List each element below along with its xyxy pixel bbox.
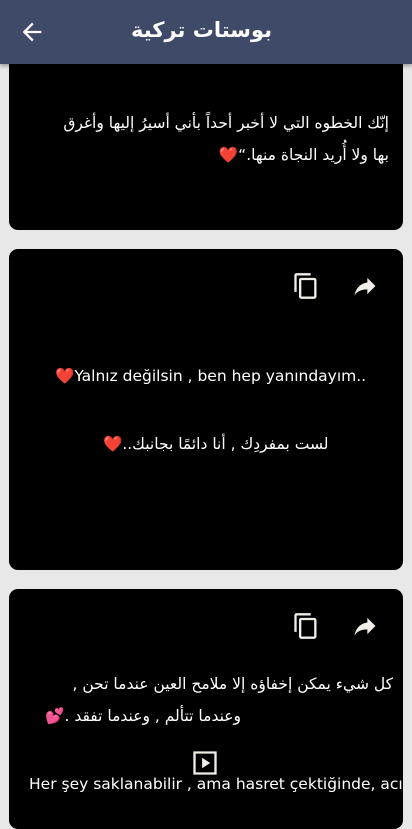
heart-emoji: ❤️: [218, 146, 239, 164]
post-text: بها ولا أُريد النجاة منها.“: [238, 146, 389, 164]
hearts-emoji: 💕: [45, 707, 65, 725]
play-icon[interactable]: [191, 749, 219, 777]
post-text-line: إنّك الخطوه التي لا أخبر أحداً بأني أسير…: [63, 114, 389, 132]
post-text-line: كل شيء يمكن إخفاؤه إلا ملامح العين عندما…: [72, 675, 393, 693]
post-card: كل شيء يمكن إخفاؤه إلا ملامح العين عندما…: [9, 589, 403, 829]
post-text-line: بها ولا أُريد النجاة منها.“❤️: [219, 146, 389, 164]
copy-icon[interactable]: [292, 612, 320, 640]
post-card: إنّك الخطوه التي لا أخبر أحداً بأني أسير…: [9, 40, 403, 230]
post-card: ❤️Yalnız değilsin , ben hep yanındayım..…: [9, 249, 403, 570]
share-arrow-icon[interactable]: [351, 272, 379, 300]
post-text: لست بمفردِك , أنا دائمًا بجانبك..: [122, 435, 329, 453]
post-text: Yalnız değilsin , ben hep yanındayım..: [74, 367, 367, 385]
post-text-line: ❤️Yalnız değilsin , ben hep yanındayım..: [55, 367, 366, 385]
arrow-back-icon[interactable]: [18, 18, 46, 46]
app-bar: بوستات تركية: [0, 0, 412, 64]
copy-icon[interactable]: [292, 272, 320, 300]
post-text-line: ❤️لست بمفردِك , أنا دائمًا بجانبك..: [103, 435, 329, 453]
share-arrow-icon[interactable]: [351, 612, 379, 640]
post-text-line: وعندما تتألم , وعندما تفقد .💕: [45, 707, 241, 725]
page-title: بوستات تركية: [130, 18, 272, 42]
post-text: وعندما تتألم , وعندما تفقد .: [64, 707, 241, 725]
heart-emoji: ❤️: [103, 435, 123, 453]
heart-emoji: ❤️: [55, 367, 75, 385]
post-text-line: Her şey saklanabilir , ama hasret çektiğ…: [29, 775, 403, 793]
